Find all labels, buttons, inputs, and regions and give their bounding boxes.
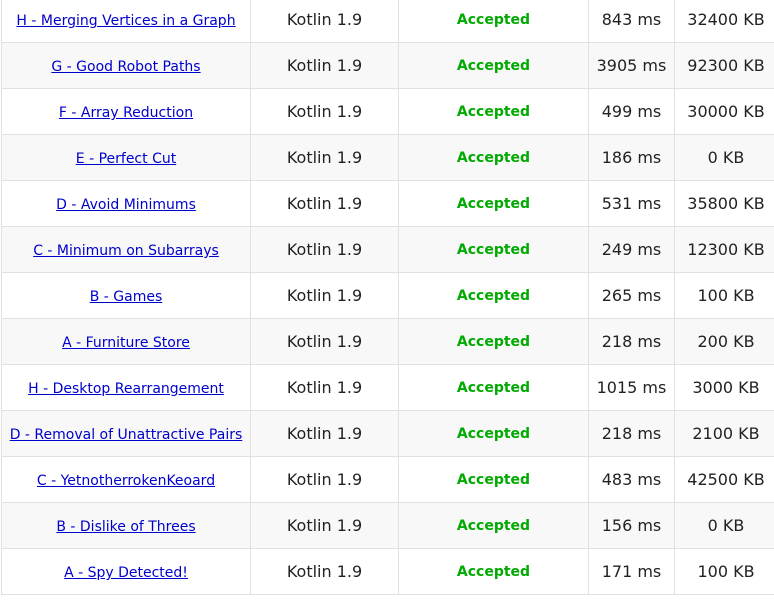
problem-link[interactable]: A - Furniture Store bbox=[62, 335, 190, 351]
verdict-cell: Accepted bbox=[398, 272, 589, 319]
problem-cell: C - YetnotherrokenKeoard bbox=[1, 456, 251, 503]
problem-link[interactable]: E - Perfect Cut bbox=[76, 151, 176, 167]
problem-link[interactable]: A - Spy Detected! bbox=[64, 565, 188, 581]
language-cell: Kotlin 1.9 bbox=[250, 180, 399, 227]
problem-link[interactable]: D - Avoid Minimums bbox=[56, 197, 196, 213]
submission-row: G - Good Robot Paths Kotlin 1.9 Accepted… bbox=[1, 42, 774, 89]
time-cell: 483 ms bbox=[588, 456, 675, 503]
problem-cell: A - Spy Detected! bbox=[1, 548, 251, 595]
language-cell: Kotlin 1.9 bbox=[250, 364, 399, 411]
verdict-cell: Accepted bbox=[398, 318, 589, 365]
verdict-cell: Accepted bbox=[398, 410, 589, 457]
time-cell: 218 ms bbox=[588, 410, 675, 457]
language-cell: Kotlin 1.9 bbox=[250, 456, 399, 503]
time-cell: 531 ms bbox=[588, 180, 675, 227]
language-cell: Kotlin 1.9 bbox=[250, 502, 399, 549]
submission-row: D - Removal of Unattractive Pairs Kotlin… bbox=[1, 410, 774, 457]
submission-row: C - Minimum on Subarrays Kotlin 1.9 Acce… bbox=[1, 226, 774, 273]
time-cell: 249 ms bbox=[588, 226, 675, 273]
language-cell: Kotlin 1.9 bbox=[250, 134, 399, 181]
verdict-cell: Accepted bbox=[398, 502, 589, 549]
memory-cell: 0 KB bbox=[674, 502, 774, 549]
language-cell: Kotlin 1.9 bbox=[250, 226, 399, 273]
submission-row: B - Games Kotlin 1.9 Accepted 265 ms 100… bbox=[1, 272, 774, 319]
language-cell: Kotlin 1.9 bbox=[250, 318, 399, 365]
verdict-cell: Accepted bbox=[398, 226, 589, 273]
problem-cell: D - Removal of Unattractive Pairs bbox=[1, 410, 251, 457]
memory-cell: 100 KB bbox=[674, 548, 774, 595]
verdict-cell: Accepted bbox=[398, 180, 589, 227]
verdict-cell: Accepted bbox=[398, 134, 589, 181]
problem-link[interactable]: B - Games bbox=[90, 289, 163, 305]
submission-row: A - Furniture Store Kotlin 1.9 Accepted … bbox=[1, 318, 774, 365]
problem-link[interactable]: D - Removal of Unattractive Pairs bbox=[10, 427, 243, 443]
time-cell: 843 ms bbox=[588, 0, 675, 43]
problem-cell: C - Minimum on Subarrays bbox=[1, 226, 251, 273]
submission-row: D - Avoid Minimums Kotlin 1.9 Accepted 5… bbox=[1, 180, 774, 227]
time-cell: 186 ms bbox=[588, 134, 675, 181]
time-cell: 171 ms bbox=[588, 548, 675, 595]
memory-cell: 92300 KB bbox=[674, 42, 774, 89]
submission-row: B - Dislike of Threes Kotlin 1.9 Accepte… bbox=[1, 502, 774, 549]
time-cell: 1015 ms bbox=[588, 364, 675, 411]
memory-cell: 32400 KB bbox=[674, 0, 774, 43]
verdict-cell: Accepted bbox=[398, 88, 589, 135]
problem-cell: D - Avoid Minimums bbox=[1, 180, 251, 227]
time-cell: 499 ms bbox=[588, 88, 675, 135]
time-cell: 265 ms bbox=[588, 272, 675, 319]
submission-row: H - Merging Vertices in a Graph Kotlin 1… bbox=[1, 0, 774, 43]
problem-link[interactable]: G - Good Robot Paths bbox=[51, 59, 200, 75]
verdict-cell: Accepted bbox=[398, 364, 589, 411]
submission-row: F - Array Reduction Kotlin 1.9 Accepted … bbox=[1, 88, 774, 135]
language-cell: Kotlin 1.9 bbox=[250, 548, 399, 595]
submission-row: E - Perfect Cut Kotlin 1.9 Accepted 186 … bbox=[1, 134, 774, 181]
memory-cell: 42500 KB bbox=[674, 456, 774, 503]
language-cell: Kotlin 1.9 bbox=[250, 88, 399, 135]
problem-cell: E - Perfect Cut bbox=[1, 134, 251, 181]
time-cell: 156 ms bbox=[588, 502, 675, 549]
submissions-table-body: H - Merging Vertices in a Graph Kotlin 1… bbox=[1, 0, 774, 595]
problem-cell: G - Good Robot Paths bbox=[1, 42, 251, 89]
problem-link[interactable]: H - Desktop Rearrangement bbox=[28, 381, 224, 397]
memory-cell: 12300 KB bbox=[674, 226, 774, 273]
language-cell: Kotlin 1.9 bbox=[250, 0, 399, 43]
memory-cell: 35800 KB bbox=[674, 180, 774, 227]
submission-row: C - YetnotherrokenKeoard Kotlin 1.9 Acce… bbox=[1, 456, 774, 503]
problem-cell: H - Desktop Rearrangement bbox=[1, 364, 251, 411]
problem-link[interactable]: B - Dislike of Threes bbox=[56, 519, 195, 535]
problem-cell: B - Dislike of Threes bbox=[1, 502, 251, 549]
submission-row: A - Spy Detected! Kotlin 1.9 Accepted 17… bbox=[1, 548, 774, 595]
language-cell: Kotlin 1.9 bbox=[250, 410, 399, 457]
verdict-cell: Accepted bbox=[398, 0, 589, 43]
problem-link[interactable]: H - Merging Vertices in a Graph bbox=[16, 13, 235, 29]
problem-link[interactable]: F - Array Reduction bbox=[59, 105, 193, 121]
submission-row: H - Desktop Rearrangement Kotlin 1.9 Acc… bbox=[1, 364, 774, 411]
memory-cell: 2100 KB bbox=[674, 410, 774, 457]
verdict-cell: Accepted bbox=[398, 548, 589, 595]
time-cell: 218 ms bbox=[588, 318, 675, 365]
problem-cell: B - Games bbox=[1, 272, 251, 319]
memory-cell: 100 KB bbox=[674, 272, 774, 319]
memory-cell: 200 KB bbox=[674, 318, 774, 365]
problem-cell: F - Array Reduction bbox=[1, 88, 251, 135]
verdict-cell: Accepted bbox=[398, 456, 589, 503]
verdict-cell: Accepted bbox=[398, 42, 589, 89]
time-cell: 3905 ms bbox=[588, 42, 675, 89]
memory-cell: 30000 KB bbox=[674, 88, 774, 135]
problem-link[interactable]: C - Minimum on Subarrays bbox=[33, 243, 219, 259]
problem-cell: A - Furniture Store bbox=[1, 318, 251, 365]
memory-cell: 0 KB bbox=[674, 134, 774, 181]
language-cell: Kotlin 1.9 bbox=[250, 42, 399, 89]
submissions-table: H - Merging Vertices in a Graph Kotlin 1… bbox=[1, 0, 774, 595]
memory-cell: 3000 KB bbox=[674, 364, 774, 411]
problem-link[interactable]: C - YetnotherrokenKeoard bbox=[37, 473, 215, 489]
language-cell: Kotlin 1.9 bbox=[250, 272, 399, 319]
problem-cell: H - Merging Vertices in a Graph bbox=[1, 0, 251, 43]
